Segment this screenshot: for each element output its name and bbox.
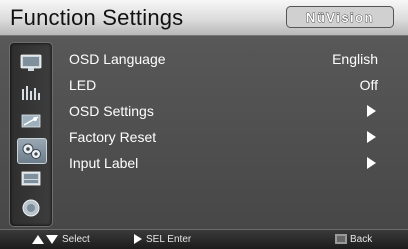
menu-item-value: English — [332, 51, 378, 67]
menu-item-label: Factory Reset — [69, 129, 157, 145]
sidebar-item-picture[interactable] — [17, 109, 45, 133]
enter-hint: SEL Enter — [146, 234, 192, 245]
menu-item-osd-settings[interactable]: OSD Settings — [69, 100, 382, 122]
menu-item-led[interactable]: LED Off — [69, 74, 382, 96]
help-bar: Select SEL Enter Back — [0, 229, 408, 249]
monitor-icon — [20, 54, 42, 71]
play-arrow-icon — [134, 234, 142, 244]
sidebar — [9, 42, 53, 227]
menu-item-label: OSD Language — [69, 51, 166, 67]
select-hint: Select — [62, 234, 90, 245]
menu-button-icon — [335, 234, 347, 244]
up-arrow-icon — [32, 235, 44, 244]
brand-text: NüVision — [306, 10, 374, 25]
arrow-right-icon — [367, 105, 376, 117]
sidebar-item-input[interactable] — [17, 167, 45, 191]
main-panel: OSD Language English LED Off OSD Setting… — [0, 35, 408, 230]
arrow-right-icon — [367, 131, 376, 143]
circle-icon — [22, 199, 40, 217]
sidebar-item-monitor[interactable] — [17, 51, 45, 75]
menu-item-label: LED — [69, 77, 97, 93]
arrow-right-icon — [367, 157, 376, 169]
page-title: Function Settings — [10, 5, 184, 30]
back-hint: Back — [350, 234, 373, 245]
title-bar: Function Settings NüVision — [0, 0, 408, 35]
function-settings-icon — [22, 143, 41, 159]
equalizer-icon — [22, 86, 40, 100]
sidebar-item-audio[interactable] — [17, 80, 45, 104]
menu-item-label: OSD Settings — [69, 103, 154, 119]
down-arrow-icon — [46, 235, 58, 244]
input-source-icon — [21, 171, 41, 186]
image-adjust-icon — [21, 114, 41, 128]
brand-logo: NüVision — [286, 6, 394, 28]
sidebar-item-function[interactable] — [17, 138, 47, 164]
menu-item-value: Off — [359, 77, 378, 93]
menu-item-factory-reset[interactable]: Factory Reset — [69, 126, 382, 148]
menu-item-label: Input Label — [69, 155, 139, 171]
sidebar-item-other[interactable] — [17, 196, 45, 220]
menu-item-osd-language[interactable]: OSD Language English — [69, 48, 382, 70]
menu-item-input-label[interactable]: Input Label — [69, 152, 382, 174]
